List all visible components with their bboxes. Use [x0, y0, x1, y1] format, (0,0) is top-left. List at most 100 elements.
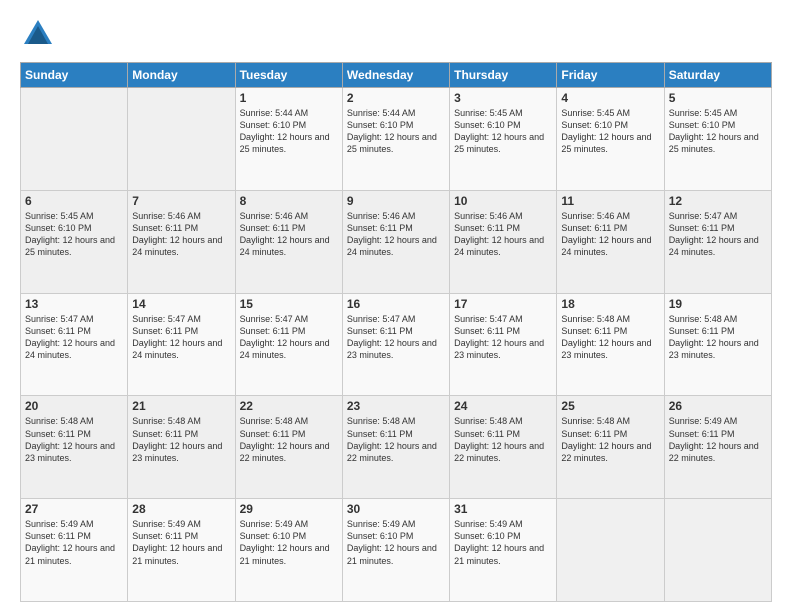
calendar-body: 1 Sunrise: 5:44 AM Sunset: 6:10 PM Daylig… — [21, 88, 772, 602]
day-number: 12 — [669, 194, 767, 208]
day-info: Sunrise: 5:47 AM Sunset: 6:11 PM Dayligh… — [132, 313, 230, 362]
day-info: Sunrise: 5:48 AM Sunset: 6:11 PM Dayligh… — [454, 415, 552, 464]
calendar-week-row: 6 Sunrise: 5:45 AM Sunset: 6:10 PM Daylig… — [21, 190, 772, 293]
top-section — [20, 16, 772, 52]
day-number: 16 — [347, 297, 445, 311]
calendar-week-row: 27 Sunrise: 5:49 AM Sunset: 6:11 PM Dayli… — [21, 499, 772, 602]
day-info: Sunrise: 5:49 AM Sunset: 6:10 PM Dayligh… — [347, 518, 445, 567]
calendar-cell: 9 Sunrise: 5:46 AM Sunset: 6:11 PM Daylig… — [342, 190, 449, 293]
calendar-cell: 14 Sunrise: 5:47 AM Sunset: 6:11 PM Dayli… — [128, 293, 235, 396]
calendar-cell: 26Sunrise: 5:49 AM Sunset: 6:11 PM Dayli… — [664, 396, 771, 499]
day-info: Sunrise: 5:48 AM Sunset: 6:11 PM Dayligh… — [25, 415, 123, 464]
calendar-cell: 21 Sunrise: 5:48 AM Sunset: 6:11 PM Dayli… — [128, 396, 235, 499]
day-number: 19 — [669, 297, 767, 311]
day-number: 26 — [669, 399, 767, 413]
calendar-cell: 16 Sunrise: 5:47 AM Sunset: 6:11 PM Dayli… — [342, 293, 449, 396]
calendar-cell: 5 Sunrise: 5:45 AM Sunset: 6:10 PM Daylig… — [664, 88, 771, 191]
calendar-cell — [664, 499, 771, 602]
calendar-header: SundayMondayTuesdayWednesdayThursdayFrid… — [21, 63, 772, 88]
day-info: Sunrise: 5:46 AM Sunset: 6:11 PM Dayligh… — [347, 210, 445, 259]
day-info: Sunrise: 5:46 AM Sunset: 6:11 PM Dayligh… — [132, 210, 230, 259]
day-number: 28 — [132, 502, 230, 516]
calendar-cell: 4 Sunrise: 5:45 AM Sunset: 6:10 PM Daylig… — [557, 88, 664, 191]
day-info: Sunrise: 5:48 AM Sunset: 6:11 PM Dayligh… — [561, 415, 659, 464]
page: SundayMondayTuesdayWednesdayThursdayFrid… — [0, 0, 792, 612]
day-number: 29 — [240, 502, 338, 516]
day-info: Sunrise: 5:49 AM Sunset: 6:10 PM Dayligh… — [240, 518, 338, 567]
calendar-cell: 3Sunrise: 5:45 AM Sunset: 6:10 PM Daylig… — [450, 88, 557, 191]
day-info: Sunrise: 5:47 AM Sunset: 6:11 PM Dayligh… — [347, 313, 445, 362]
day-number: 6 — [25, 194, 123, 208]
day-number: 25 — [561, 399, 659, 413]
weekday-header: Friday — [557, 63, 664, 88]
weekday-header: Sunday — [21, 63, 128, 88]
calendar-cell: 24 Sunrise: 5:48 AM Sunset: 6:11 PM Dayli… — [450, 396, 557, 499]
day-info: Sunrise: 5:47 AM Sunset: 6:11 PM Dayligh… — [454, 313, 552, 362]
day-number: 24 — [454, 399, 552, 413]
calendar-cell: 30 Sunrise: 5:49 AM Sunset: 6:10 PM Dayli… — [342, 499, 449, 602]
day-number: 7 — [132, 194, 230, 208]
calendar-cell — [128, 88, 235, 191]
calendar-cell: 17Sunrise: 5:47 AM Sunset: 6:11 PM Dayli… — [450, 293, 557, 396]
calendar-cell: 22 Sunrise: 5:48 AM Sunset: 6:11 PM Dayli… — [235, 396, 342, 499]
calendar-cell: 1Sunrise: 5:44 AM Sunset: 6:10 PM Daylig… — [235, 88, 342, 191]
day-info: Sunrise: 5:45 AM Sunset: 6:10 PM Dayligh… — [25, 210, 123, 259]
calendar-table: SundayMondayTuesdayWednesdayThursdayFrid… — [20, 62, 772, 602]
day-info: Sunrise: 5:48 AM Sunset: 6:11 PM Dayligh… — [132, 415, 230, 464]
weekday-header: Wednesday — [342, 63, 449, 88]
calendar-cell: 28 Sunrise: 5:49 AM Sunset: 6:11 PM Dayli… — [128, 499, 235, 602]
day-number: 5 — [669, 91, 767, 105]
calendar-cell: 23 Sunrise: 5:48 AM Sunset: 6:11 PM Dayli… — [342, 396, 449, 499]
day-number: 27 — [25, 502, 123, 516]
day-number: 1 — [240, 91, 338, 105]
day-number: 2 — [347, 91, 445, 105]
calendar-cell: 10 Sunrise: 5:46 AM Sunset: 6:11 PM Dayli… — [450, 190, 557, 293]
day-info: Sunrise: 5:44 AM Sunset: 6:10 PM Dayligh… — [347, 107, 445, 156]
day-number: 14 — [132, 297, 230, 311]
day-info: Sunrise: 5:46 AM Sunset: 6:11 PM Dayligh… — [240, 210, 338, 259]
day-info: Sunrise: 5:46 AM Sunset: 6:11 PM Dayligh… — [454, 210, 552, 259]
calendar-cell: 31 Sunrise: 5:49 AM Sunset: 6:10 PM Dayli… — [450, 499, 557, 602]
day-number: 31 — [454, 502, 552, 516]
day-info: Sunrise: 5:45 AM Sunset: 6:10 PM Dayligh… — [454, 107, 552, 156]
day-number: 30 — [347, 502, 445, 516]
calendar-week-row: 13 Sunrise: 5:47 AM Sunset: 6:11 PM Dayli… — [21, 293, 772, 396]
day-info: Sunrise: 5:47 AM Sunset: 6:11 PM Dayligh… — [240, 313, 338, 362]
calendar-cell: 25 Sunrise: 5:48 AM Sunset: 6:11 PM Dayli… — [557, 396, 664, 499]
calendar-cell: 29 Sunrise: 5:49 AM Sunset: 6:10 PM Dayli… — [235, 499, 342, 602]
day-info: Sunrise: 5:49 AM Sunset: 6:11 PM Dayligh… — [132, 518, 230, 567]
day-info: Sunrise: 5:46 AM Sunset: 6:11 PM Dayligh… — [561, 210, 659, 259]
calendar-cell: 20Sunrise: 5:48 AM Sunset: 6:11 PM Dayli… — [21, 396, 128, 499]
calendar-cell: 11Sunrise: 5:46 AM Sunset: 6:11 PM Dayli… — [557, 190, 664, 293]
day-number: 4 — [561, 91, 659, 105]
day-info: Sunrise: 5:48 AM Sunset: 6:11 PM Dayligh… — [240, 415, 338, 464]
calendar-cell: 7 Sunrise: 5:46 AM Sunset: 6:11 PM Daylig… — [128, 190, 235, 293]
day-info: Sunrise: 5:45 AM Sunset: 6:10 PM Dayligh… — [561, 107, 659, 156]
header-row: SundayMondayTuesdayWednesdayThursdayFrid… — [21, 63, 772, 88]
day-number: 21 — [132, 399, 230, 413]
day-info: Sunrise: 5:49 AM Sunset: 6:10 PM Dayligh… — [454, 518, 552, 567]
day-number: 13 — [25, 297, 123, 311]
calendar-week-row: 20Sunrise: 5:48 AM Sunset: 6:11 PM Dayli… — [21, 396, 772, 499]
day-info: Sunrise: 5:45 AM Sunset: 6:10 PM Dayligh… — [669, 107, 767, 156]
calendar-cell: 6 Sunrise: 5:45 AM Sunset: 6:10 PM Daylig… — [21, 190, 128, 293]
weekday-header: Monday — [128, 63, 235, 88]
day-info: Sunrise: 5:48 AM Sunset: 6:11 PM Dayligh… — [347, 415, 445, 464]
logo — [20, 16, 60, 52]
day-info: Sunrise: 5:48 AM Sunset: 6:11 PM Dayligh… — [561, 313, 659, 362]
day-info: Sunrise: 5:47 AM Sunset: 6:11 PM Dayligh… — [25, 313, 123, 362]
day-number: 9 — [347, 194, 445, 208]
weekday-header: Thursday — [450, 63, 557, 88]
day-number: 15 — [240, 297, 338, 311]
day-number: 22 — [240, 399, 338, 413]
day-number: 23 — [347, 399, 445, 413]
calendar-cell: 18 Sunrise: 5:48 AM Sunset: 6:11 PM Dayli… — [557, 293, 664, 396]
weekday-header: Tuesday — [235, 63, 342, 88]
day-number: 8 — [240, 194, 338, 208]
calendar-cell: 27Sunrise: 5:49 AM Sunset: 6:11 PM Dayli… — [21, 499, 128, 602]
day-number: 18 — [561, 297, 659, 311]
calendar-cell — [557, 499, 664, 602]
calendar-cell: 12Sunrise: 5:47 AM Sunset: 6:11 PM Dayli… — [664, 190, 771, 293]
day-number: 10 — [454, 194, 552, 208]
calendar-week-row: 1 Sunrise: 5:44 AM Sunset: 6:10 PM Daylig… — [21, 88, 772, 191]
